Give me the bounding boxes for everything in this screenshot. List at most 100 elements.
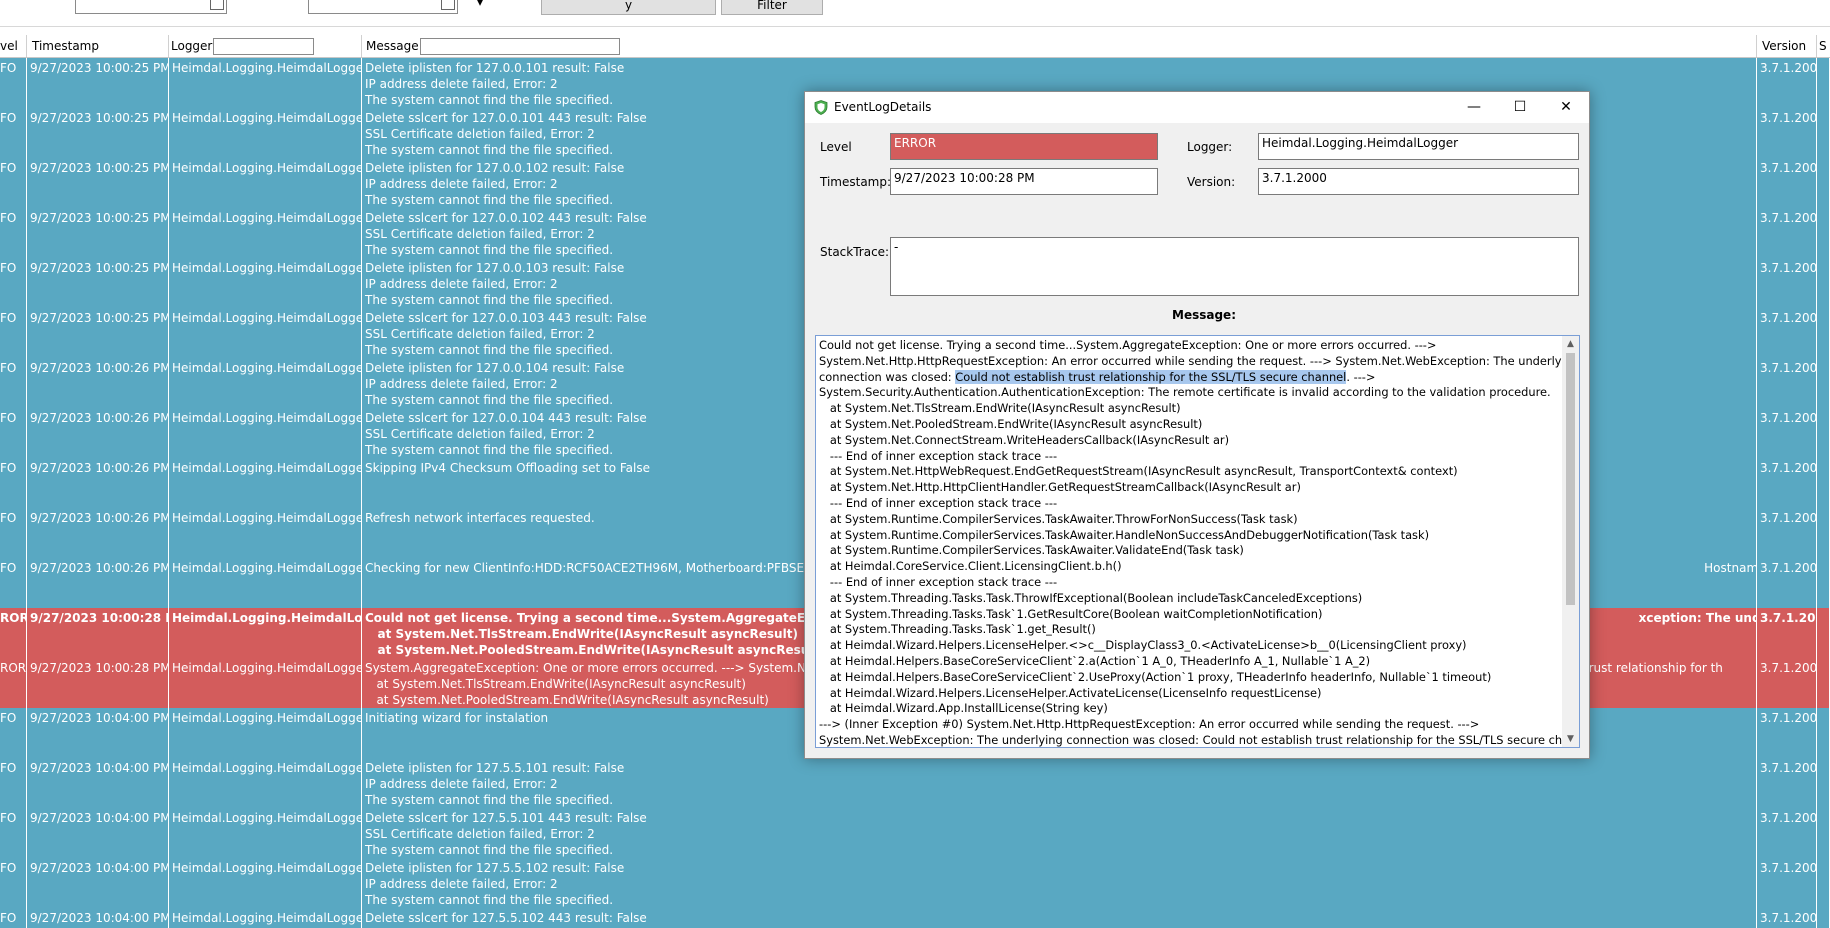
cell-message: Delete sslcert for 127.5.5.102 443 resul… [362, 908, 1757, 928]
logger-field[interactable]: Heimdal.Logging.HeimdalLogger [1258, 133, 1579, 160]
cell-level: FO [0, 558, 27, 608]
cell-logger: Heimdal.Logging.HeimdalLogger [169, 808, 362, 858]
maximize-button[interactable]: ☐ [1497, 92, 1543, 123]
cell-level: FO [0, 308, 27, 358]
dialog-titlebar[interactable]: EventLogDetails — ☐ ✕ [805, 92, 1589, 123]
stacktrace-field[interactable]: - [890, 237, 1579, 296]
date-to-picker[interactable] [308, 0, 458, 14]
message-line: SSL Certificate deletion failed, Error: … [365, 827, 595, 841]
cell-level: FO [0, 358, 27, 408]
message-line: The system cannot find the file specifie… [365, 793, 614, 807]
cell-level: FO [0, 908, 27, 928]
cell-level: FO [0, 408, 27, 458]
cell-version: 3.7.1.2000 [1757, 308, 1817, 358]
cell-version: 3.7.1.2000 [1757, 708, 1817, 758]
table-row[interactable]: FO 9/27/2023 10:04:00 PM Heimdal.Logging.H… [0, 858, 1830, 909]
cell-extra [1817, 208, 1830, 258]
cell-logger: Heimdal.Logging.HeimdalLogger [169, 658, 362, 708]
column-header-logger-label: Logger [171, 39, 213, 53]
cell-version: 3.7.1.2000 [1757, 508, 1817, 558]
cell-logger: Heimdal.Logging.HeimdalLogger [169, 358, 362, 408]
cell-version: 3.7.1.2000 [1757, 258, 1817, 308]
cell-logger: Heimdal.Logging.HeimdalLogger [169, 758, 362, 808]
column-header-level[interactable]: vel [0, 35, 27, 57]
cell-version: 3.7.1.2000 [1757, 158, 1817, 208]
cell-level: FO [0, 508, 27, 558]
cell-timestamp: 9/27/2023 10:00:26 PM [27, 408, 169, 458]
scroll-down-icon[interactable]: ▼ [1562, 731, 1579, 747]
cell-timestamp: 9/27/2023 10:00:26 PM [27, 508, 169, 558]
cell-logger: Heimdal.Logging.HeimdalLogger [169, 608, 362, 658]
cell-timestamp: 9/27/2023 10:04:00 PM [27, 758, 169, 808]
cell-timestamp: 9/27/2023 10:00:26 PM [27, 458, 169, 508]
message-line: Delete sslcert for 127.5.5.102 443 resul… [365, 911, 647, 925]
cell-logger: Heimdal.Logging.HeimdalLogger [169, 308, 362, 358]
scroll-up-icon[interactable]: ▲ [1562, 336, 1579, 352]
column-header-logger[interactable]: Logger [169, 35, 362, 57]
scroll-thumb[interactable] [1566, 353, 1575, 605]
cell-extra [1817, 608, 1830, 658]
cell-extra [1817, 508, 1830, 558]
date-from-picker[interactable] [75, 0, 227, 14]
cell-level: FO [0, 208, 27, 258]
minimize-button[interactable]: — [1451, 92, 1497, 123]
level-field[interactable]: ERROR [890, 133, 1158, 160]
filter-button[interactable]: Filter [721, 0, 823, 15]
dropdown-arrow-icon[interactable]: ▾ [477, 0, 483, 9]
event-log-details-dialog: EventLogDetails — ☐ ✕ Level ERROR Logger… [804, 91, 1590, 759]
cell-extra [1817, 108, 1830, 158]
cell-logger: Heimdal.Logging.HeimdalLogger [169, 208, 362, 258]
cell-level: FO [0, 58, 27, 108]
dialog-title: EventLogDetails [834, 100, 932, 114]
message-filter-input[interactable] [419, 38, 620, 55]
cell-version: 3.7.1.2000 [1757, 108, 1817, 158]
cell-message: Delete sslcert for 127.5.5.101 443 resul… [362, 808, 1757, 858]
table-row[interactable]: FO 9/27/2023 10:04:00 PM Heimdal.Logging.H… [0, 808, 1830, 859]
cell-extra [1817, 758, 1830, 808]
cell-version: 3.7.1.2000 [1757, 58, 1817, 108]
close-button[interactable]: ✕ [1543, 92, 1589, 123]
cell-extra [1817, 458, 1830, 508]
message-line: The system cannot find the file specifie… [365, 893, 614, 907]
cell-level: ROR [0, 608, 27, 658]
cell-level: FO [0, 808, 27, 858]
cell-extra [1817, 708, 1830, 758]
cell-logger: Heimdal.Logging.HeimdalLogger [169, 458, 362, 508]
apply-button[interactable]: y [541, 0, 716, 15]
cell-extra [1817, 858, 1830, 908]
cell-timestamp: 9/27/2023 10:00:28 PM [27, 608, 169, 658]
cell-level: FO [0, 708, 27, 758]
column-header-extra[interactable]: S [1817, 35, 1830, 57]
cell-extra [1817, 408, 1830, 458]
cell-extra [1817, 258, 1830, 308]
filter-toolbar: ▾ y Filter [0, 0, 1830, 27]
calendar-icon[interactable] [441, 0, 455, 10]
message-scrollbar[interactable]: ▲ ▼ [1562, 336, 1579, 747]
cell-timestamp: 9/27/2023 10:04:00 PM [27, 808, 169, 858]
message-textbox[interactable]: Could not get license. Trying a second t… [815, 335, 1580, 748]
version-field[interactable]: 3.7.1.2000 [1258, 168, 1579, 195]
calendar-icon[interactable] [210, 0, 224, 10]
cell-logger: Heimdal.Logging.HeimdalLogger [169, 908, 362, 928]
cell-message: Delete iplisten for 127.5.5.101 result: … [362, 758, 1757, 808]
column-header-message[interactable]: Message [362, 35, 1757, 57]
table-row[interactable]: FO 9/27/2023 10:04:00 PM Heimdal.Logging.H… [0, 908, 1830, 928]
cell-logger: Heimdal.Logging.HeimdalLogger [169, 158, 362, 208]
column-header-timestamp[interactable]: Timestamp [27, 35, 169, 57]
cell-version: 3.7.1.2000 [1757, 658, 1817, 708]
logger-filter-input[interactable] [213, 38, 315, 55]
cell-timestamp: 9/27/2023 10:04:00 PM [27, 908, 169, 928]
timestamp-field[interactable]: 9/27/2023 10:00:28 PM [890, 168, 1158, 195]
cell-level: FO [0, 858, 27, 908]
column-header-version[interactable]: Version [1757, 35, 1817, 57]
timestamp-label: Timestamp: [820, 175, 892, 189]
table-row[interactable]: FO 9/27/2023 10:04:00 PM Heimdal.Logging.H… [0, 758, 1830, 809]
column-header-message-label: Message [366, 39, 419, 53]
cell-version: 3.7.1.2000 [1757, 208, 1817, 258]
cell-logger: Heimdal.Logging.HeimdalLogger [169, 258, 362, 308]
cell-extra [1817, 908, 1830, 928]
cell-version: 3.7.1.2000 [1757, 408, 1817, 458]
message-line: Delete sslcert for 127.5.5.101 443 resul… [365, 811, 647, 825]
cell-version: 3.7.1.2000 [1757, 558, 1817, 608]
cell-timestamp: 9/27/2023 10:00:25 PM [27, 208, 169, 258]
